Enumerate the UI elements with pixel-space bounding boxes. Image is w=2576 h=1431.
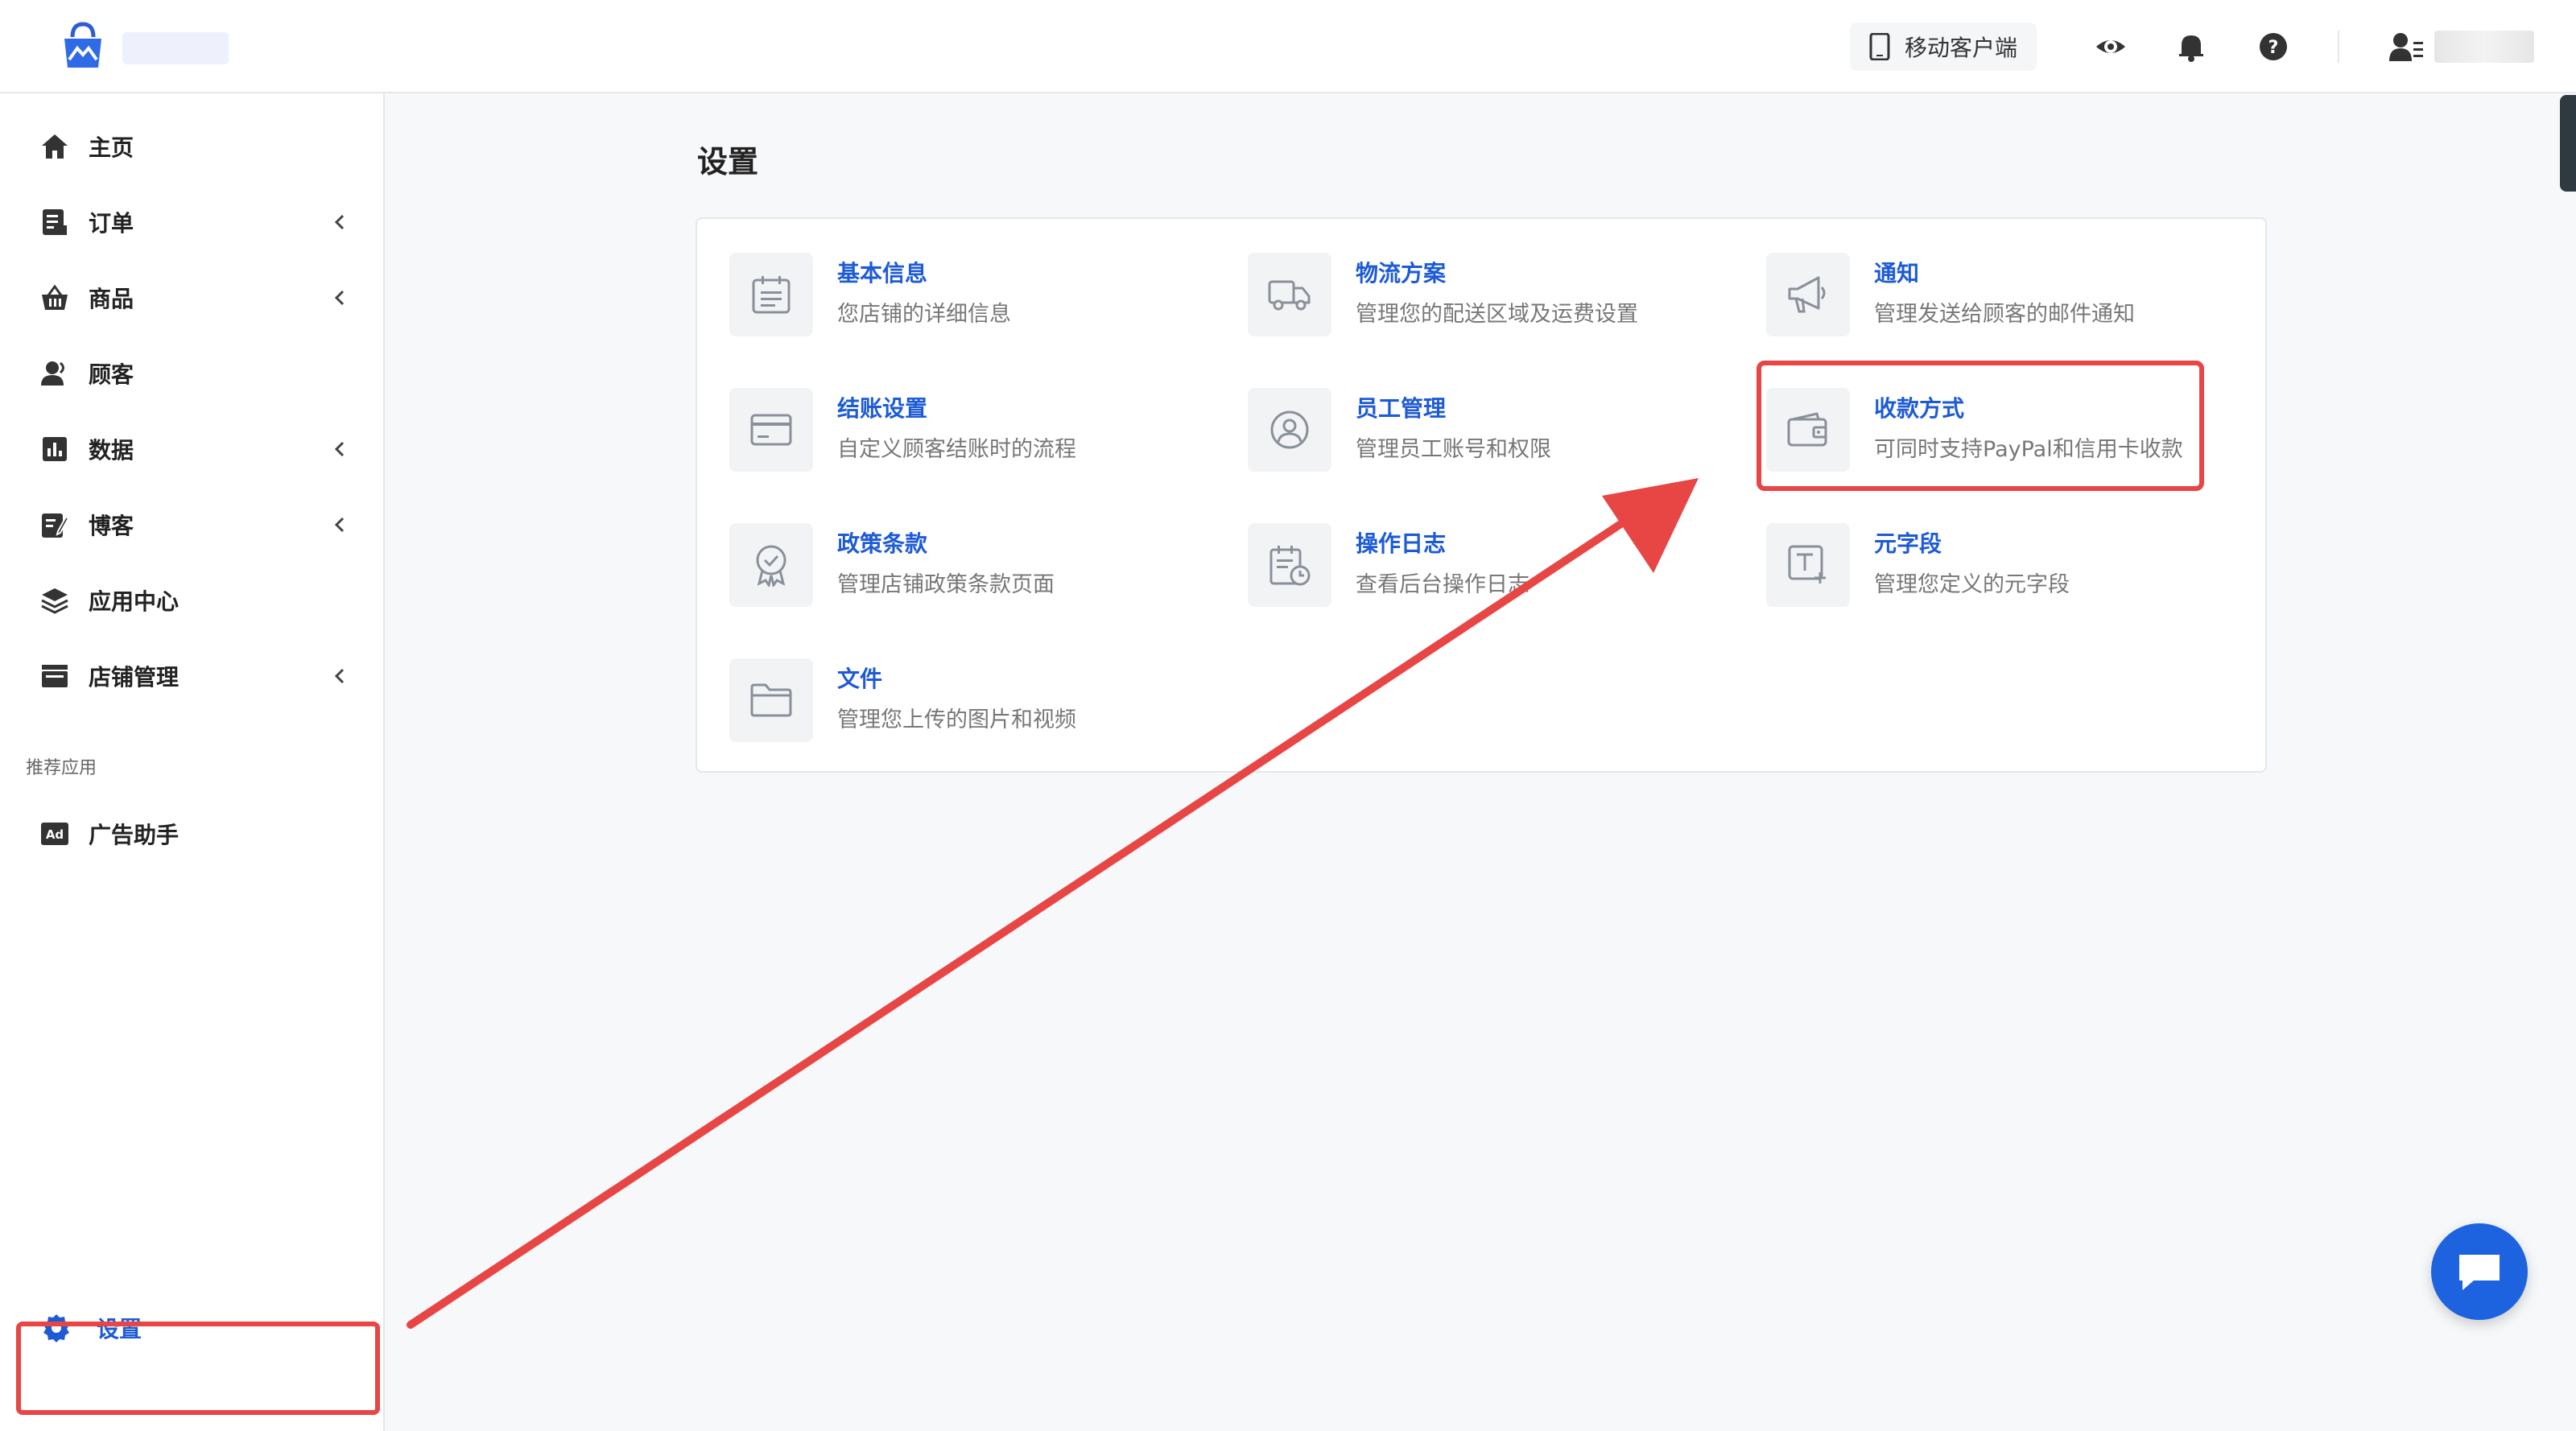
sidebar-item-label: 主页 bbox=[89, 134, 134, 161]
tile-description: 管理您的配送区域及运费设置 bbox=[1356, 302, 1638, 327]
highlight-box-payment-methods bbox=[1757, 361, 2204, 491]
tile-title: 操作日志 bbox=[1356, 530, 1447, 557]
sidebar-item-label: 广告助手 bbox=[89, 822, 180, 848]
tile-logistics[interactable]: 物流方案 管理您的配送区域及运费设置 bbox=[1248, 251, 1747, 340]
credit-card-icon bbox=[750, 414, 792, 446]
eye-icon[interactable] bbox=[2095, 31, 2127, 63]
tile-description: 管理店铺政策条款页面 bbox=[837, 572, 1055, 597]
mobile-client-button[interactable]: 移动客户端 bbox=[1850, 23, 2037, 71]
chevron-left-icon bbox=[334, 214, 345, 230]
tile-description: 自定义顾客结账时的流程 bbox=[837, 437, 1076, 462]
tile-staff-management[interactable]: 员工管理 管理员工账号和权限 bbox=[1248, 386, 1747, 475]
folder-icon bbox=[750, 683, 792, 717]
scrollbar-handle[interactable] bbox=[2560, 95, 2576, 192]
tile-metafields[interactable]: 元字段 管理您定义的元字段 bbox=[1766, 522, 2265, 610]
sidebar-item-blog[interactable]: 博客 bbox=[39, 501, 353, 549]
customer-icon bbox=[41, 361, 64, 386]
blog-icon bbox=[42, 513, 69, 538]
layers-icon bbox=[41, 588, 68, 614]
svg-text:?: ? bbox=[2268, 38, 2279, 58]
sidebar-item-home[interactable]: 主页 bbox=[39, 122, 353, 171]
truck-icon bbox=[1268, 280, 1311, 311]
tile-policies[interactable]: 政策条款 管理店铺政策条款页面 bbox=[729, 522, 1228, 610]
store-name bbox=[122, 32, 229, 64]
sidebar-item-label: 店铺管理 bbox=[89, 664, 180, 691]
sidebar-item-label: 顾客 bbox=[89, 361, 134, 388]
top-bar: 移动客户端 ? bbox=[0, 0, 2576, 93]
svg-text:Ad: Ad bbox=[46, 827, 64, 842]
sidebar-item-ad-assistant[interactable]: Ad 广告助手 bbox=[39, 810, 353, 858]
sidebar-item-data[interactable]: 数据 bbox=[39, 425, 353, 473]
sidebar-item-app-center[interactable]: 应用中心 bbox=[39, 576, 353, 625]
mobile-client-label: 移动客户端 bbox=[1905, 35, 2018, 61]
tile-title: 结账设置 bbox=[837, 395, 928, 422]
tile-title: 元字段 bbox=[1874, 530, 1942, 557]
log-clock-icon bbox=[1269, 546, 1311, 586]
megaphone-icon bbox=[1788, 276, 1826, 313]
chevron-left-icon bbox=[334, 517, 345, 533]
highlight-box-settings bbox=[16, 1322, 380, 1415]
tile-description: 查看后台操作日志 bbox=[1356, 572, 1530, 597]
tile-description: 管理您上传的图片和视频 bbox=[837, 707, 1076, 732]
badge-icon bbox=[756, 545, 786, 587]
tile-description: 管理员工账号和权限 bbox=[1356, 437, 1551, 462]
phone-icon bbox=[1869, 33, 1890, 60]
logo-icon[interactable] bbox=[58, 21, 108, 71]
sidebar-item-label: 订单 bbox=[89, 210, 134, 237]
page-title: 设置 bbox=[697, 144, 759, 179]
tile-description: 管理您定义的元字段 bbox=[1874, 572, 2070, 597]
tile-title: 基本信息 bbox=[837, 260, 928, 287]
recommended-apps-label: 推荐应用 bbox=[26, 758, 97, 778]
tile-operation-logs[interactable]: 操作日志 查看后台操作日志 bbox=[1248, 522, 1747, 610]
tile-basic-info[interactable]: 基本信息 您店铺的详细信息 bbox=[729, 251, 1228, 340]
tile-title: 物流方案 bbox=[1356, 260, 1447, 287]
tile-notifications[interactable]: 通知 管理发送给顾客的邮件通知 bbox=[1766, 251, 2265, 340]
store-icon bbox=[42, 665, 68, 687]
tile-description: 您店铺的详细信息 bbox=[837, 302, 1011, 327]
ad-icon: Ad bbox=[41, 823, 68, 845]
tile-description: 管理发送给顾客的邮件通知 bbox=[1874, 302, 2135, 327]
sidebar-item-label: 商品 bbox=[89, 286, 134, 312]
help-icon[interactable]: ? bbox=[2257, 31, 2289, 63]
bell-icon[interactable] bbox=[2175, 31, 2207, 63]
sidebar: 主页 订单 商品 顾客 数据 博客 应用中心 店铺管理 推荐应用 Ad 广告助手 bbox=[0, 93, 385, 1431]
divider bbox=[2338, 31, 2339, 63]
basket-icon bbox=[42, 284, 68, 310]
sidebar-item-products[interactable]: 商品 bbox=[39, 274, 353, 322]
sidebar-item-label: 数据 bbox=[89, 437, 134, 464]
chevron-left-icon bbox=[334, 441, 345, 457]
settings-card: 基本信息 您店铺的详细信息 物流方案 管理您的配送区域及运费设置 通知 管理发送… bbox=[696, 217, 2267, 773]
tile-title: 通知 bbox=[1874, 260, 1920, 287]
tile-title: 员工管理 bbox=[1356, 395, 1447, 422]
chevron-left-icon bbox=[334, 290, 345, 306]
text-plus-icon bbox=[1788, 545, 1826, 584]
user-name bbox=[2434, 31, 2534, 63]
tile-checkout-settings[interactable]: 结账设置 自定义顾客结账时的流程 bbox=[729, 386, 1228, 475]
tile-title: 政策条款 bbox=[837, 530, 928, 557]
sidebar-item-orders[interactable]: 订单 bbox=[39, 198, 353, 246]
chevron-left-icon bbox=[334, 668, 345, 684]
sidebar-item-label: 博客 bbox=[89, 513, 134, 539]
tile-title: 文件 bbox=[837, 666, 883, 692]
sidebar-item-store-management[interactable]: 店铺管理 bbox=[39, 652, 353, 700]
order-icon bbox=[43, 209, 67, 235]
chat-button[interactable] bbox=[2431, 1223, 2528, 1320]
chart-icon bbox=[43, 437, 67, 461]
calendar-list-icon bbox=[752, 276, 791, 314]
user-circle-icon bbox=[1270, 410, 1309, 449]
user-icon[interactable] bbox=[2389, 31, 2423, 63]
chat-icon bbox=[2459, 1255, 2500, 1290]
home-icon bbox=[42, 134, 68, 159]
sidebar-item-label: 应用中心 bbox=[89, 588, 180, 615]
tile-files[interactable]: 文件 管理您上传的图片和视频 bbox=[729, 657, 1228, 745]
sidebar-item-customers[interactable]: 顾客 bbox=[39, 349, 353, 398]
